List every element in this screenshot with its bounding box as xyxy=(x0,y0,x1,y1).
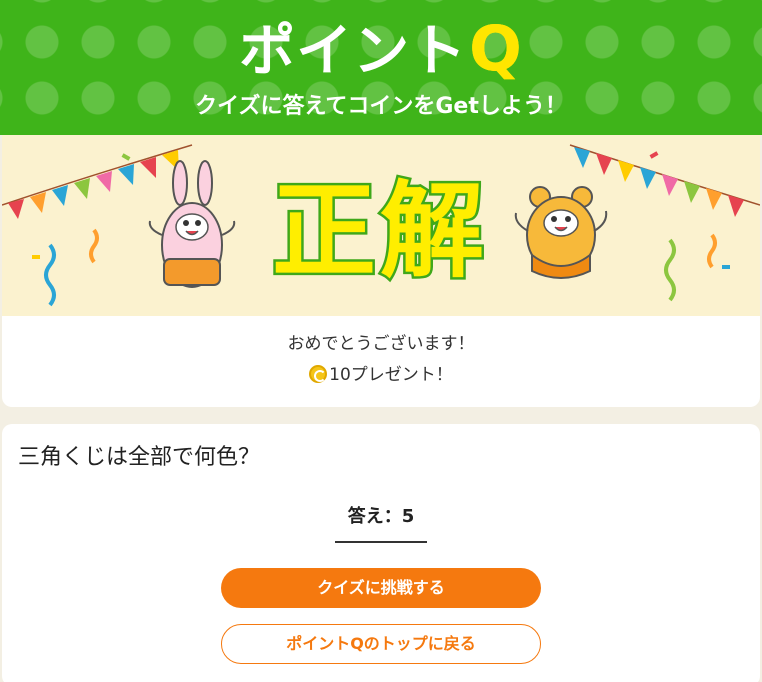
rabbit-mascot-icon xyxy=(148,160,236,288)
correct-title: 正解 xyxy=(269,168,488,295)
congrats-message: おめでとうございます！ xyxy=(287,334,475,354)
header-tagline: クイズに答えてコインをGetしよう！ xyxy=(195,94,567,119)
quiz-question: 三角くじは全部で何色？ xyxy=(18,445,261,470)
logo-q-mark: Q xyxy=(469,12,523,85)
reward-text: 10プレゼント！ xyxy=(329,365,453,385)
back-to-top-button[interactable]: ポイントQのトップに戻る xyxy=(221,624,541,664)
correct-banner: 正解 xyxy=(2,135,760,316)
challenge-quiz-button[interactable]: クイズに挑戦する xyxy=(221,568,541,608)
question-card: 三角くじは全部で何色？ 答え：5 クイズに挑戦する ポイントQのトップに戻る xyxy=(2,424,760,682)
bear-mascot-icon xyxy=(514,186,608,279)
answer-underline xyxy=(335,541,427,543)
logo-text: ポイント xyxy=(239,19,468,84)
quiz-answer: 答え：5 xyxy=(347,506,415,527)
app-logo[interactable]: ポイントQ xyxy=(0,14,762,87)
app-header: ポイントQ クイズに答えてコインをGetしよう！ xyxy=(0,0,762,135)
coin-icon xyxy=(309,365,328,383)
reward-message: 10プレゼント！ xyxy=(2,363,760,387)
result-card: 正解 おめでとうございます！ 10プレゼント！ xyxy=(2,135,760,407)
